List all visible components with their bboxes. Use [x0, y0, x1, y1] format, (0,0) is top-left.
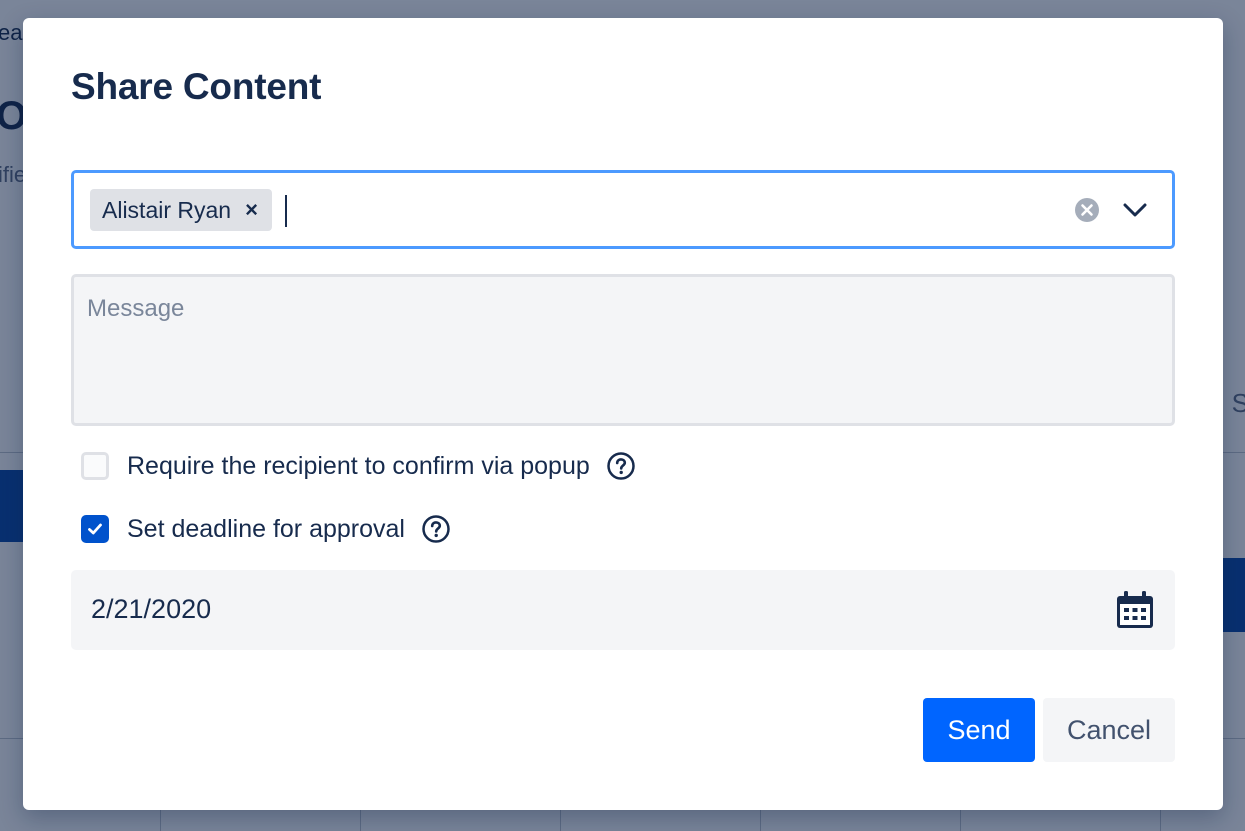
recipient-chip-label: Alistair Ryan [102, 196, 232, 223]
recipient-chip: Alistair Ryan × [90, 189, 272, 231]
clear-icon[interactable] [1074, 197, 1100, 223]
deadline-option[interactable]: Set deadline for approval [81, 514, 451, 544]
deadline-label: Set deadline for approval [127, 514, 405, 543]
calendar-icon[interactable] [1115, 590, 1155, 630]
help-icon[interactable] [421, 514, 451, 544]
deadline-checkbox[interactable] [81, 515, 109, 543]
modal-title: Share Content [71, 66, 322, 107]
chevron-down-icon[interactable] [1120, 195, 1150, 225]
help-icon[interactable] [606, 451, 636, 481]
confirm-popup-label: Require the recipient to confirm via pop… [127, 451, 590, 480]
share-content-modal: Share Content Alistair Ryan × Require th… [23, 18, 1223, 810]
recipient-picker[interactable]: Alistair Ryan × [71, 170, 1175, 249]
cancel-button[interactable]: Cancel [1043, 698, 1175, 762]
text-cursor [285, 195, 287, 227]
deadline-date-field[interactable]: 2/21/2020 [71, 570, 1175, 650]
checkmark-icon [88, 523, 102, 535]
remove-recipient-icon[interactable]: × [245, 199, 258, 221]
send-button[interactable]: Send [923, 698, 1035, 762]
confirm-popup-checkbox[interactable] [81, 452, 109, 480]
deadline-date-value: 2/21/2020 [91, 594, 212, 624]
message-input[interactable] [71, 274, 1175, 426]
confirm-popup-option[interactable]: Require the recipient to confirm via pop… [81, 451, 636, 481]
